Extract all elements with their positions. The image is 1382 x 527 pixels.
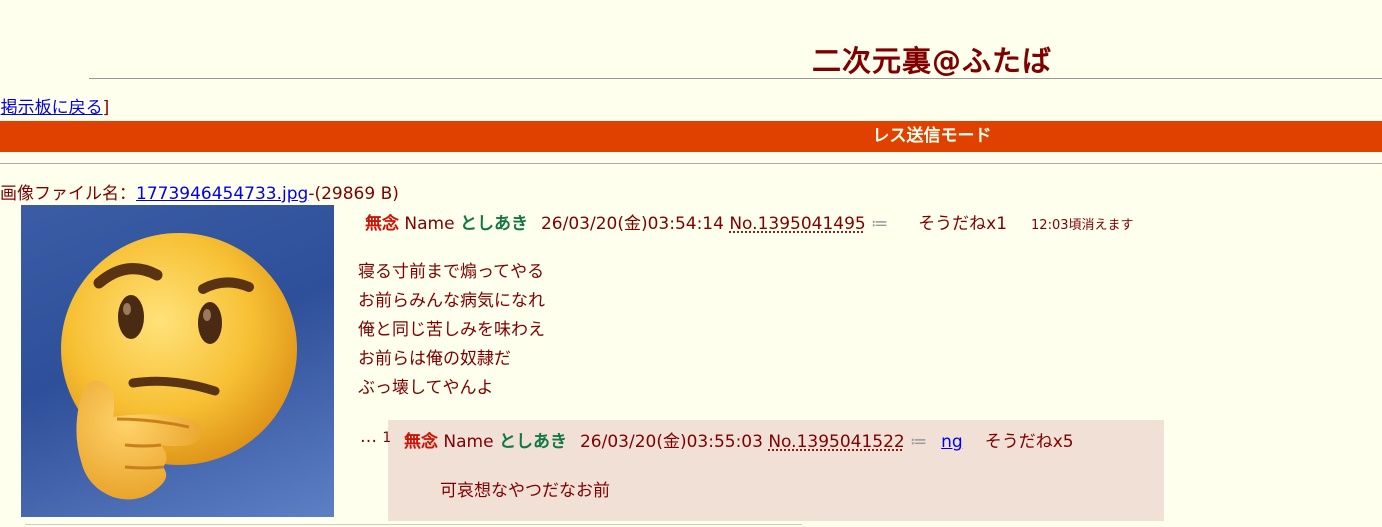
op-post-body: 寝る寸前まで煽ってやる お前らみんな病気になれ 俺と同じ苦しみを味わえ お前らは… <box>358 258 545 403</box>
file-info: 画像ファイル名：1773946454733.jpg-(29869 B) <box>0 179 399 204</box>
thinking-face-icon <box>21 205 334 517</box>
reply-soudane-button[interactable]: そうだねx5 <box>985 432 1074 452</box>
reply-mode-bar: レス送信モード <box>0 121 1382 152</box>
list-menu-icon[interactable]: ≔ <box>910 432 927 452</box>
reply-datetime: 26/03/20(金)03:55:03 <box>580 432 763 452</box>
file-label: 画像ファイル名： <box>0 184 136 204</box>
op-name-label: Name <box>404 214 454 234</box>
op-expire-notice: 12:03頃消えます <box>1031 218 1133 233</box>
reply-post-header: 無念 Name としあき 26/03/20(金)03:55:03 No.13950… <box>404 427 1074 452</box>
file-size: -(29869 B) <box>308 184 399 204</box>
reply-post-number[interactable]: No.1395041522 <box>768 432 904 452</box>
op-body-line: ぶっ壊してやんよ <box>358 374 545 403</box>
reply-index: 1 <box>382 430 391 446</box>
reply-name-label: Name <box>443 432 493 452</box>
mode-divider <box>0 163 1382 164</box>
reply-subject: 無念 <box>404 432 438 452</box>
op-body-line: お前らみんな病気になれ <box>358 287 545 316</box>
op-soudane-button[interactable]: そうだねx1 <box>918 214 1007 234</box>
reply-marker: … 1 <box>360 427 391 447</box>
op-body-line: 寝る寸前まで煽ってやる <box>358 258 545 287</box>
reply-ng-link[interactable]: ng <box>941 432 963 452</box>
op-body-line: 俺と同じ苦しみを味わえ <box>358 316 545 345</box>
reply-poster-name: としあき <box>499 432 567 452</box>
file-link[interactable]: 1773946454733.jpg <box>136 184 308 204</box>
bottom-divider <box>25 524 802 525</box>
post-thumbnail-image[interactable] <box>21 205 334 517</box>
op-post-header: 無念 Name としあき 26/03/20(金)03:54:14 No.13950… <box>365 209 1134 234</box>
back-to-board-link[interactable]: 掲示板に戻る <box>1 98 103 118</box>
title-divider <box>89 78 1382 79</box>
bracket-close: ] <box>103 98 110 118</box>
reply-post-body: 可哀想なやつだなお前 <box>440 476 610 501</box>
reply-dots: … <box>360 427 377 447</box>
op-datetime: 26/03/20(金)03:54:14 <box>541 214 724 234</box>
op-poster-name: としあき <box>460 214 528 234</box>
board-title: 二次元裏@ふたば <box>0 38 1382 80</box>
reply-mode-label: レス送信モード <box>0 121 1382 152</box>
op-subject: 無念 <box>365 214 399 234</box>
back-nav: [掲示板に戻る] <box>0 93 109 118</box>
op-post-number[interactable]: No.1395041495 <box>729 214 865 234</box>
op-body-line: お前らは俺の奴隷だ <box>358 345 545 374</box>
list-menu-icon[interactable]: ≔ <box>871 214 888 234</box>
